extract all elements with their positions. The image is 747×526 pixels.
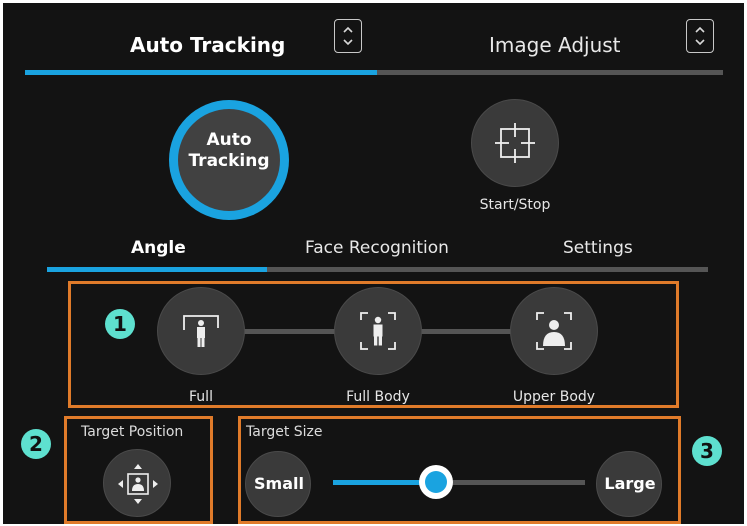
auto-tracking-stepper[interactable] bbox=[334, 19, 362, 53]
auto-tracking-label: Auto Tracking bbox=[188, 130, 270, 171]
angle-full-label: Full bbox=[189, 389, 213, 405]
size-small-label: Small bbox=[254, 474, 304, 493]
angle-upper-body-label: Upper Body bbox=[512, 389, 596, 405]
subtab-divider bbox=[267, 267, 708, 272]
angle-full-body-label: Full Body bbox=[346, 389, 410, 405]
size-large-button[interactable]: Large bbox=[596, 451, 662, 517]
subtab-active-indicator bbox=[47, 267, 267, 272]
crosshair-icon bbox=[495, 123, 535, 163]
target-position-icon bbox=[118, 464, 158, 504]
badge-2: 2 bbox=[21, 429, 51, 459]
tab-settings[interactable]: Settings bbox=[563, 238, 633, 258]
chevron-up-down-icon bbox=[695, 26, 705, 46]
tab-active-indicator bbox=[25, 70, 377, 75]
chevron-up-down-icon bbox=[343, 26, 353, 46]
angle-upper-body-button[interactable] bbox=[510, 287, 598, 375]
full-body-icon bbox=[360, 312, 396, 350]
start-stop-button[interactable] bbox=[471, 99, 559, 187]
upper-body-icon bbox=[536, 312, 572, 350]
full-frame-icon bbox=[183, 315, 219, 347]
angle-full-button[interactable] bbox=[157, 287, 245, 375]
tab-face-recognition[interactable]: Face Recognition bbox=[305, 238, 449, 258]
auto-tracking-panel: Auto Tracking Image Adjust Auto Tracking… bbox=[3, 3, 744, 524]
start-stop-label: Start/Stop bbox=[479, 197, 551, 213]
target-size-title: Target Size bbox=[246, 424, 323, 440]
badge-3: 3 bbox=[692, 436, 722, 466]
size-large-label: Large bbox=[604, 474, 656, 493]
size-small-button[interactable]: Small bbox=[245, 451, 311, 517]
tab-image-adjust[interactable]: Image Adjust bbox=[489, 33, 621, 57]
tab-divider bbox=[377, 70, 723, 75]
image-adjust-stepper[interactable] bbox=[686, 19, 714, 53]
target-position-button[interactable] bbox=[103, 449, 171, 517]
tab-auto-tracking[interactable]: Auto Tracking bbox=[130, 33, 285, 57]
size-slider-track[interactable] bbox=[333, 465, 585, 499]
angle-full-body-button[interactable] bbox=[334, 287, 422, 375]
badge-1: 1 bbox=[105, 309, 135, 339]
target-position-title: Target Position bbox=[81, 424, 184, 440]
tab-angle[interactable]: Angle bbox=[131, 238, 186, 258]
auto-tracking-button[interactable]: Auto Tracking bbox=[169, 100, 289, 220]
